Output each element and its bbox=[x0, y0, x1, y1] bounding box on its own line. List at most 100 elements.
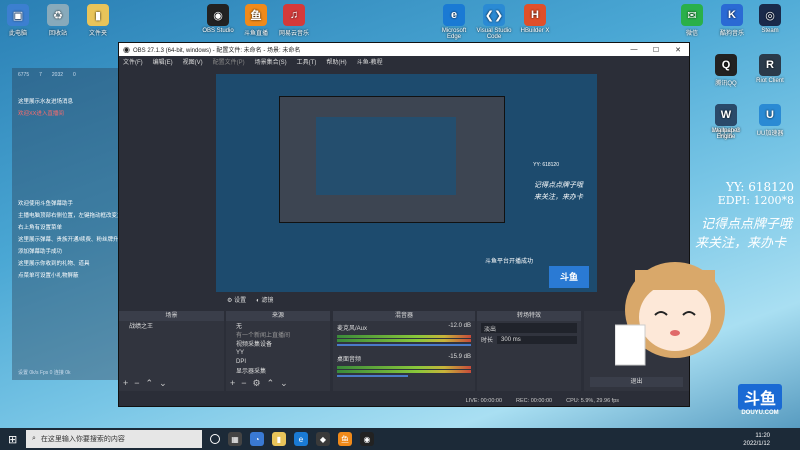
desktop-icon[interactable]: ♫ 网易云音乐 bbox=[276, 4, 312, 37]
source-item[interactable]: 视频采集设备 bbox=[226, 339, 330, 348]
douyu-logo: 斗鱼 bbox=[737, 384, 782, 410]
desktop-icon[interactable]: ▣ 此电脑 bbox=[0, 4, 36, 37]
windows-start-icon[interactable]: ⊞ bbox=[8, 433, 17, 446]
taskbar: ⊞ ⌕ 在这里输入你要搜索的内容 ▦ ◔ ▮ e ◆ 鱼 ◉ 11:20 202… bbox=[0, 428, 800, 450]
desktop-icon[interactable]: ❮❯ Visual Studio Code bbox=[476, 4, 512, 40]
remove-icon[interactable]: − bbox=[134, 378, 139, 389]
gear-icon[interactable]: ⚙ bbox=[253, 378, 261, 389]
douyu-icon[interactable]: 鱼 bbox=[338, 432, 352, 446]
desktop-icon-label: 微信 bbox=[685, 31, 698, 37]
settings-button[interactable]: ⚙ 设置 bbox=[227, 295, 246, 304]
gear-icon: ⚙ bbox=[227, 298, 233, 304]
taskbar-app-icon[interactable]: ◆ bbox=[316, 432, 330, 446]
desktop-icon[interactable]: W Wallpaper Engine bbox=[708, 104, 744, 140]
exit-button[interactable]: 退出 bbox=[590, 377, 683, 387]
transitions-header: 转场特效 bbox=[477, 311, 581, 321]
douyu-url: DOUYU.COM bbox=[741, 410, 779, 416]
preview-overlay-text: 来关注，来办卡 bbox=[534, 194, 583, 201]
overlay-slogan-2: 来关注，来办卡 bbox=[694, 236, 786, 251]
anime-girl-image bbox=[615, 262, 725, 366]
source-item[interactable]: DPI bbox=[226, 357, 330, 366]
task-view-icon[interactable] bbox=[210, 434, 220, 444]
app-icon: ◎ bbox=[759, 4, 781, 26]
sources-toolbar: + − ⚙ ⌃ ⌄ bbox=[230, 378, 288, 389]
transitions-dock: 转场特效 淡出 时长 300 ms bbox=[477, 311, 581, 391]
taskbar-clock[interactable]: 11:20 2022/1/12 bbox=[743, 432, 770, 448]
up-icon[interactable]: ⌃ bbox=[146, 378, 154, 389]
down-icon[interactable]: ⌄ bbox=[280, 378, 288, 389]
desktop-icon[interactable]: Q 腾讯QQ bbox=[708, 54, 744, 87]
filter-bar: ⚙ 设置 ◐ 滤镜 bbox=[227, 295, 273, 304]
preview-overlay-text: 记得点点牌子哦 bbox=[534, 182, 583, 189]
desktop-icon-label: Steam bbox=[761, 28, 779, 34]
live-status: LIVE: 00:00:00 bbox=[465, 398, 503, 404]
taskbar-app-icon[interactable]: ▮ bbox=[272, 432, 286, 446]
desktop-icon[interactable]: ♻ 回收站 bbox=[40, 4, 76, 37]
menu-help[interactable]: 帮助(H) bbox=[326, 57, 346, 66]
rec-status: REC: 00:00:00 bbox=[516, 398, 553, 404]
volume-slider[interactable] bbox=[337, 344, 471, 346]
taskbar-app-icon[interactable]: ◔ bbox=[250, 432, 264, 446]
audio-mixer-dock: 混音器 麦克风/Aux -12.0 dB 桌面音频 -15.9 dB bbox=[333, 311, 475, 391]
taskbar-search-box[interactable]: ⌕ 在这里输入你要搜索的内容 bbox=[26, 430, 202, 448]
scenes-toolbar: + − ⌃ ⌄ bbox=[123, 378, 167, 389]
cpu-status: CPU: 5.9%, 29.96 fps bbox=[566, 398, 619, 404]
preview-canvas[interactable]: YY: 618120 记得点点牌子哦 来关注，来办卡 斗鱼 bbox=[216, 74, 597, 292]
source-item[interactable]: 显示器采集 bbox=[226, 366, 330, 375]
obs-window: ◉ OBS 27.1.3 (64-bit, windows) - 配置文件: 未… bbox=[118, 42, 690, 407]
volume-slider[interactable] bbox=[337, 375, 408, 377]
minimize-icon[interactable]: — bbox=[623, 46, 645, 54]
edge-icon[interactable]: e bbox=[294, 432, 308, 446]
up-icon[interactable]: ⌃ bbox=[267, 378, 275, 389]
scene-item[interactable]: 战绩之王 bbox=[119, 321, 224, 330]
app-icon: ❮❯ bbox=[483, 4, 505, 26]
source-item[interactable]: 无 bbox=[226, 321, 330, 330]
desktop-icon[interactable]: R Riot Client bbox=[752, 54, 788, 84]
app-icon: H bbox=[524, 4, 546, 26]
down-icon[interactable]: ⌄ bbox=[159, 378, 167, 389]
desktop-icon-label: 网易云音乐 bbox=[278, 31, 309, 37]
menu-view[interactable]: 视图(V) bbox=[183, 57, 203, 66]
nested-preview-inner bbox=[316, 117, 456, 195]
menu-profile[interactable]: 配置文件(P) bbox=[213, 57, 245, 66]
volume-meter bbox=[337, 370, 471, 373]
desktop-icon-label: 文件夹 bbox=[88, 31, 107, 37]
desktop-icon[interactable]: K 酷狗音乐 bbox=[714, 4, 750, 37]
desktop-icon[interactable]: ▮ 文件夹 bbox=[80, 4, 116, 37]
transition-select[interactable]: 淡出 bbox=[481, 323, 577, 333]
obs-icon[interactable]: ◉ bbox=[360, 432, 374, 446]
window-title: OBS 27.1.3 (64-bit, windows) - 配置文件: 未命名… bbox=[132, 48, 301, 54]
obs-titlebar[interactable]: ◉ OBS 27.1.3 (64-bit, windows) - 配置文件: 未… bbox=[119, 43, 689, 56]
source-item[interactable]: 有一个新闻上直播间 bbox=[226, 330, 330, 339]
menu-scene-collection[interactable]: 场景集合(S) bbox=[255, 57, 287, 66]
source-item[interactable]: YY bbox=[226, 348, 330, 357]
desktop-icon[interactable]: e Microsoft Edge bbox=[436, 4, 472, 40]
app-icon: ♻ bbox=[47, 4, 69, 26]
duration-input[interactable]: 300 ms bbox=[497, 335, 577, 344]
desktop-icon[interactable]: ◉ OBS Studio bbox=[200, 4, 236, 34]
stream-overlay: YY: 618120 EDPI: 1200*8 记得点点牌子哦 来关注，来办卡 bbox=[695, 180, 800, 251]
menu-edit[interactable]: 编辑(E) bbox=[153, 57, 173, 66]
menu-tools[interactable]: 工具(T) bbox=[297, 57, 317, 66]
chat-footer: 设置 0k/s Fps 0 连接 0k bbox=[18, 370, 71, 376]
add-icon[interactable]: + bbox=[123, 378, 128, 389]
desktop-icon[interactable]: H HBuilder X bbox=[517, 4, 553, 34]
menu-file[interactable]: 文件(F) bbox=[123, 57, 143, 66]
filters-button[interactable]: ◐ 滤镜 bbox=[256, 295, 273, 304]
close-icon[interactable]: ✕ bbox=[667, 46, 689, 54]
app-icon: ▣ bbox=[7, 4, 29, 26]
add-icon[interactable]: + bbox=[230, 378, 235, 389]
maximize-icon[interactable]: ☐ bbox=[645, 46, 667, 54]
desktop-icon[interactable]: U UU加速器 bbox=[752, 104, 788, 137]
scenes-dock: 场景 战绩之王 + − ⌃ ⌄ bbox=[119, 311, 224, 391]
taskbar-app-icon[interactable]: ▦ bbox=[228, 432, 242, 446]
desktop-icon[interactable]: ◎ Steam bbox=[752, 4, 788, 34]
menu-douyu[interactable]: 斗鱼-教程 bbox=[357, 57, 383, 66]
desktop-icon[interactable]: ✉ 微信 bbox=[674, 4, 710, 37]
desktop-icon[interactable]: 鱼斗鱼直播 bbox=[238, 4, 274, 37]
stat-other: 0 bbox=[73, 72, 76, 78]
desktop-icon-label: 此电脑 bbox=[8, 31, 27, 37]
remove-icon[interactable]: − bbox=[241, 378, 246, 389]
desktop-icon-label: UU加速器 bbox=[756, 131, 784, 137]
desktop-icon-label: 酷狗音乐 bbox=[719, 31, 744, 37]
